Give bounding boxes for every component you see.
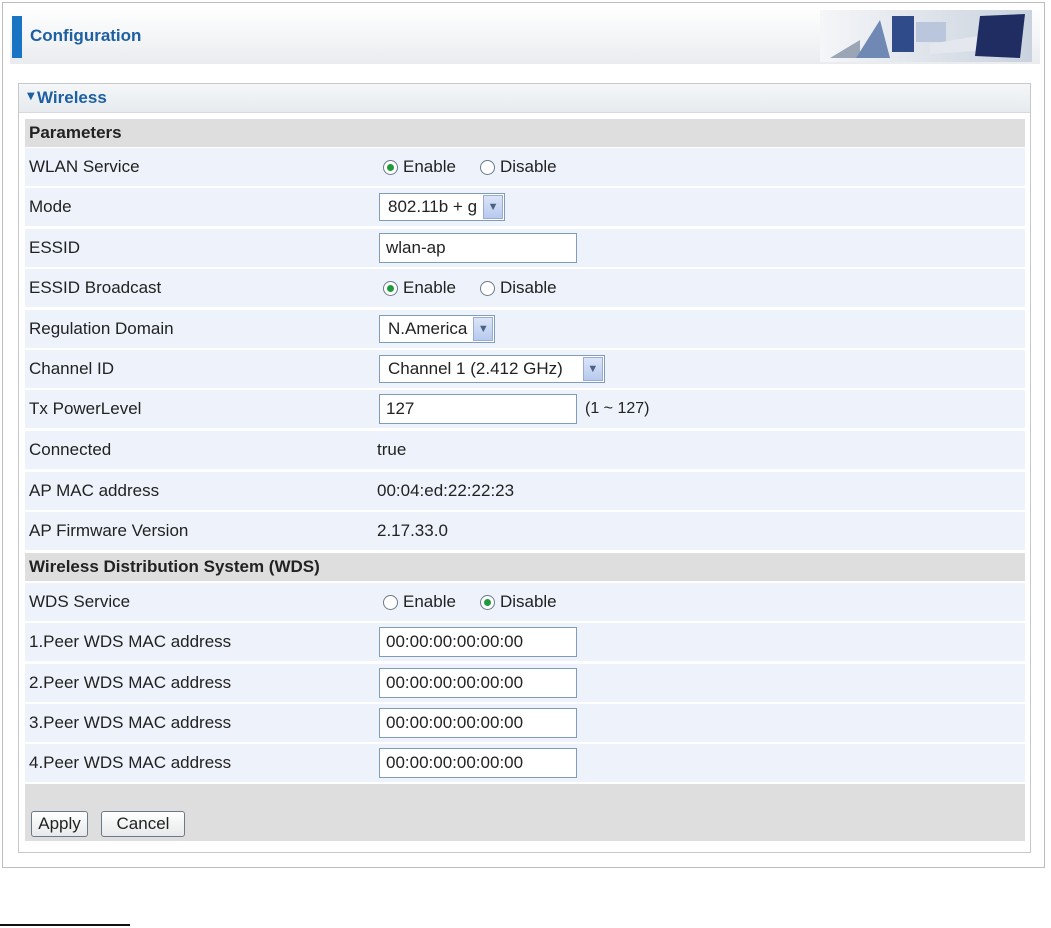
row-essid: ESSID wlan-ap: [25, 229, 1025, 267]
chevron-down-icon[interactable]: ▼: [582, 357, 603, 381]
field-label: AP MAC address: [29, 481, 160, 500]
radio-icon[interactable]: [479, 594, 495, 610]
row-peer-4: 4.Peer WDS MAC address 00:00:00:00:00:00: [25, 744, 1025, 782]
radio-icon[interactable]: [383, 280, 398, 296]
field-label: Channel ID: [29, 359, 115, 378]
page-title: Configuration: [30, 26, 142, 45]
section-parameters: Parameters: [25, 119, 1025, 147]
top-bar: Configuration: [10, 6, 1040, 64]
row-regulation-domain: Regulation Domain N.America ▼: [25, 310, 1025, 348]
button-bar: Apply Cancel: [25, 784, 1025, 841]
row-channel-id: Channel ID Channel 1 (2.412 GHz) ▼: [25, 350, 1025, 388]
field-label: 1.Peer WDS MAC address: [29, 632, 232, 651]
accent-bar: [12, 16, 22, 58]
row-ap-firmware: AP Firmware Version 2.17.33.0: [25, 512, 1025, 550]
field-label: WDS Service: [29, 592, 131, 611]
collapse-triangle-icon[interactable]: ▼: [27, 91, 35, 102]
field-label: WLAN Service: [29, 157, 140, 176]
row-peer-3: 3.Peer WDS MAC address 00:00:00:00:00:00: [25, 704, 1025, 742]
wds-disable-radio[interactable]: Disable: [474, 592, 557, 612]
field-label: ESSID Broadcast: [29, 278, 162, 297]
tx-power-range: (1 ~ 127): [585, 400, 650, 417]
field-label: Mode: [29, 197, 72, 216]
wireless-panel: ▼ Wireless Parameters WLAN Service Enabl…: [18, 83, 1031, 853]
wlan-disable-radio[interactable]: Disable: [474, 157, 557, 177]
row-wlan-service: WLAN Service Enable Disable: [25, 148, 1025, 186]
cancel-button[interactable]: Cancel: [101, 811, 185, 837]
apply-button[interactable]: Apply: [31, 811, 88, 837]
tx-power-input[interactable]: 127: [379, 394, 577, 424]
wlan-enable-radio[interactable]: Enable: [377, 157, 456, 177]
field-label: AP Firmware Version: [29, 521, 189, 540]
panel-title: Wireless: [37, 88, 107, 107]
radio-icon[interactable]: [383, 159, 398, 175]
row-essid-broadcast: ESSID Broadcast Enable Disable: [25, 269, 1025, 307]
broadcast-enable-radio[interactable]: Enable: [377, 278, 456, 298]
wds-enable-radio[interactable]: Enable: [377, 592, 456, 612]
channel-id-select[interactable]: Channel 1 (2.412 GHz) ▼: [379, 355, 605, 383]
field-label: Regulation Domain: [29, 319, 174, 338]
field-label: 4.Peer WDS MAC address: [29, 753, 232, 772]
broadcast-disable-radio[interactable]: Disable: [474, 278, 557, 298]
row-peer-2: 2.Peer WDS MAC address 00:00:00:00:00:00: [25, 664, 1025, 702]
field-label: Tx PowerLevel: [29, 399, 142, 418]
radio-icon[interactable]: [383, 594, 398, 610]
mode-select[interactable]: 802.11b + g ▼: [379, 193, 506, 221]
section-title: Parameters: [29, 123, 122, 142]
connected-value: true: [377, 440, 407, 459]
peer-4-mac-input[interactable]: 00:00:00:00:00:00: [379, 748, 577, 778]
field-label: Connected: [29, 440, 112, 459]
row-wds-service: WDS Service Enable Disable: [25, 583, 1025, 621]
peer-3-mac-input[interactable]: 00:00:00:00:00:00: [379, 708, 577, 738]
row-tx-power: Tx PowerLevel 127 (1 ~ 127): [25, 390, 1025, 428]
field-label: ESSID: [29, 238, 81, 257]
chevron-down-icon[interactable]: ▼: [473, 317, 494, 341]
peer-1-mac-input[interactable]: 00:00:00:00:00:00: [379, 627, 577, 657]
section-wds: Wireless Distribution System (WDS): [25, 553, 1025, 581]
radio-icon[interactable]: [479, 280, 495, 296]
row-peer-1: 1.Peer WDS MAC address 00:00:00:00:00:00: [25, 623, 1025, 661]
office-illustration-icon: [820, 10, 1032, 62]
ap-mac-value: 00:04:ed:22:22:23: [377, 481, 515, 500]
peer-2-mac-input[interactable]: 00:00:00:00:00:00: [379, 668, 577, 698]
essid-input[interactable]: wlan-ap: [379, 233, 577, 263]
row-ap-mac: AP MAC address 00:04:ed:22:22:23: [25, 472, 1025, 510]
regulation-domain-select[interactable]: N.America ▼: [379, 315, 496, 343]
chevron-down-icon[interactable]: ▼: [483, 195, 504, 219]
field-label: 3.Peer WDS MAC address: [29, 713, 232, 732]
radio-icon[interactable]: [479, 159, 495, 175]
section-title: Wireless Distribution System (WDS): [29, 557, 320, 576]
footer-divider: [0, 924, 130, 926]
row-mode: Mode 802.11b + g ▼: [25, 188, 1025, 226]
row-connected: Connected true: [25, 431, 1025, 469]
ap-firmware-value: 2.17.33.0: [377, 521, 448, 540]
field-label: 2.Peer WDS MAC address: [29, 673, 232, 692]
panel-header[interactable]: ▼ Wireless: [19, 84, 1030, 113]
